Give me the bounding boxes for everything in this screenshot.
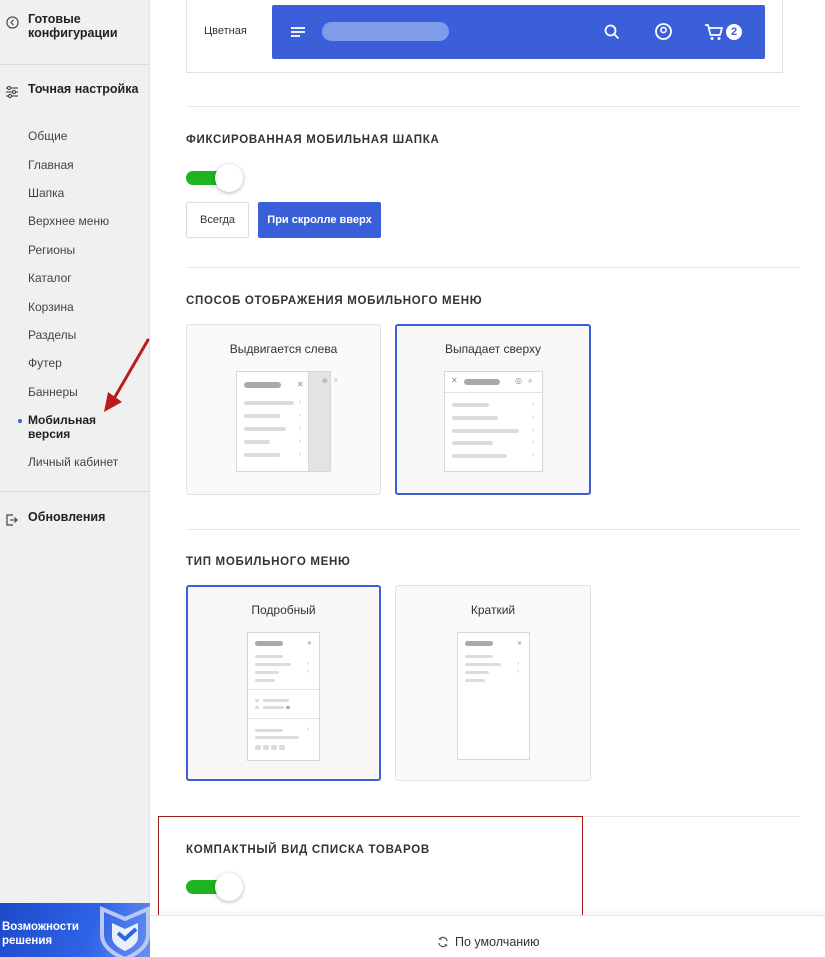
divider [186,267,800,268]
cart-icon [705,24,724,40]
menu-display-slide-left-card[interactable]: Выдвигается слева ⊕ ⌕ ✕ › › › › › [186,324,381,495]
sidebar-item-main[interactable]: Главная [28,158,74,172]
annotation-arrow-icon [104,338,150,412]
divider [186,529,800,530]
sidebar-item-regions[interactable]: Регионы [28,243,75,257]
sidebar-item-cart[interactable]: Корзина [28,300,74,314]
settings-page: Готовые конфигурации Точная настройка Об… [0,0,825,957]
user-icon [655,23,672,40]
menu-type-option-label: Подробный [251,603,316,617]
sidebar-item-footer[interactable]: Футер [28,356,62,370]
sidebar-updates-label: Обновления [28,510,106,524]
promo-banner[interactable]: Возможности решения [0,903,150,957]
highlight-box [158,816,583,916]
fixed-header-scroll-up-button[interactable]: При скролле вверх [258,202,381,238]
sidebar-fine-tuning[interactable]: Точная настройка [0,82,150,100]
menu-display-option-label: Выдвигается слева [229,342,338,356]
sliders-icon [4,84,20,100]
refresh-icon [438,936,448,948]
sidebar-ready-configs[interactable]: Готовые конфигурации [0,12,150,40]
fixed-header-always-button[interactable]: Всегда [186,202,249,238]
search-icon [604,24,620,40]
sidebar-item-mobile[interactable]: Мобильная версия [28,413,128,441]
sidebar-ready-configs-label: Готовые конфигурации [28,12,118,40]
reset-defaults-button[interactable]: По умолчанию [437,935,540,949]
exit-icon [4,512,20,528]
shield-logo-icon [100,905,150,957]
menu-type-brief-card[interactable]: Краткий ✕ › › [395,585,591,781]
slide-menu-panel: ✕ › › › › › [236,371,309,472]
divider [0,64,150,65]
phone-preview: ✕ › › › [247,632,320,761]
active-indicator-dot [18,419,22,423]
fixed-header-title: ФИКСИРОВАННАЯ МОБИЛЬНАЯ ШАПКА [186,134,440,146]
menu-icon [291,27,305,37]
search-placeholder-bar [322,22,449,41]
header-color-label: Цветная [204,25,247,37]
sidebar-updates[interactable]: Обновления [0,510,150,528]
menu-display-title: СПОСОБ ОТОБРАЖЕНИЯ МОБИЛЬНОГО МЕНЮ [186,295,483,307]
header-preview-card[interactable]: Цветная 2 [186,0,783,73]
sidebar-item-general[interactable]: Общие [28,129,67,143]
menu-display-option-label: Выпадает сверху [444,342,542,356]
cart-count-badge: 2 [726,24,742,40]
divider [0,491,150,492]
phone-preview: ✕ ◎ ⌕ › › › › › [444,371,543,472]
phone-preview: ✕ › › [457,632,530,760]
sidebar: Готовые конфигурации Точная настройка Об… [0,0,150,957]
mobile-header-preview: 2 [272,5,765,59]
menu-type-detailed-card[interactable]: Подробный ✕ › › › [186,585,381,781]
sidebar-item-banners[interactable]: Баннеры [28,385,78,399]
sidebar-fine-tuning-label: Точная настройка [28,82,139,96]
reset-defaults-label: По умолчанию [455,935,540,949]
sidebar-item-header[interactable]: Шапка [28,186,64,200]
sidebar-item-account[interactable]: Личный кабинет [28,455,118,469]
sidebar-item-sections[interactable]: Разделы [28,328,76,342]
circle-arrows-icon [4,14,20,30]
divider [186,106,800,107]
menu-type-title: ТИП МОБИЛЬНОГО МЕНЮ [186,556,351,568]
fixed-header-toggle[interactable] [186,163,244,193]
sidebar-item-catalog[interactable]: Каталог [28,271,72,285]
footer-bar: По умолчанию [150,915,825,957]
promo-label: Возможности решения [2,921,79,947]
menu-type-option-label: Краткий [470,603,516,617]
menu-display-drop-down-card[interactable]: Выпадает сверху ✕ ◎ ⌕ › › › › › [395,324,591,495]
main-content: Цветная 2 ФИКСИРОВАННАЯ МОБИЛЬНАЯ ШАПКА … [150,0,825,957]
sidebar-item-top-menu[interactable]: Верхнее меню [28,214,109,228]
